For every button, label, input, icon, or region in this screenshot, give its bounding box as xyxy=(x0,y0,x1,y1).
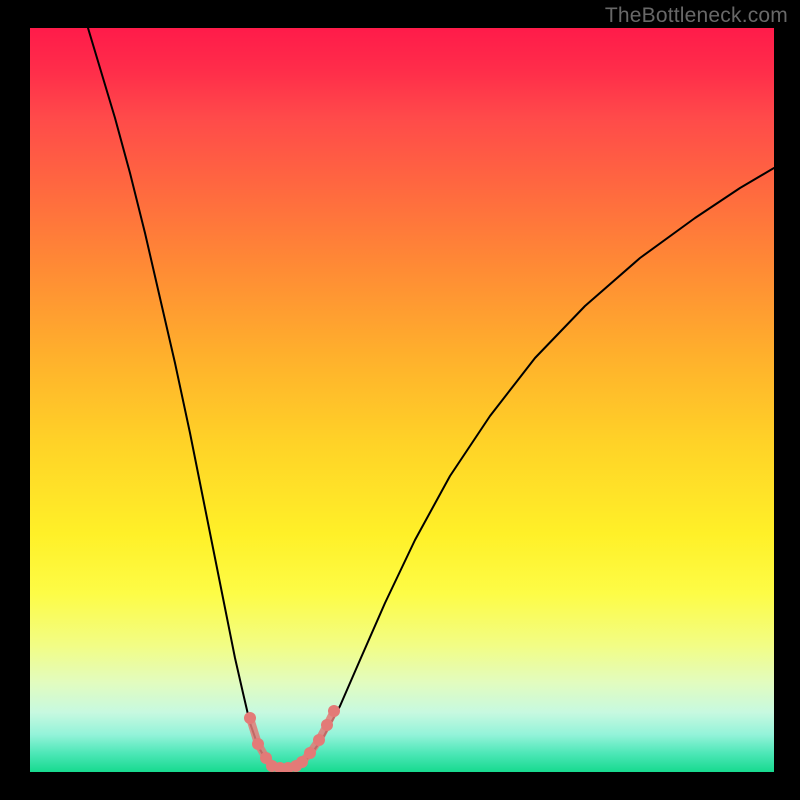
chart-curve xyxy=(30,28,774,772)
chart-frame: TheBottleneck.com xyxy=(0,0,800,800)
watermark-text: TheBottleneck.com xyxy=(605,4,788,28)
chart-plot-area xyxy=(30,28,774,772)
